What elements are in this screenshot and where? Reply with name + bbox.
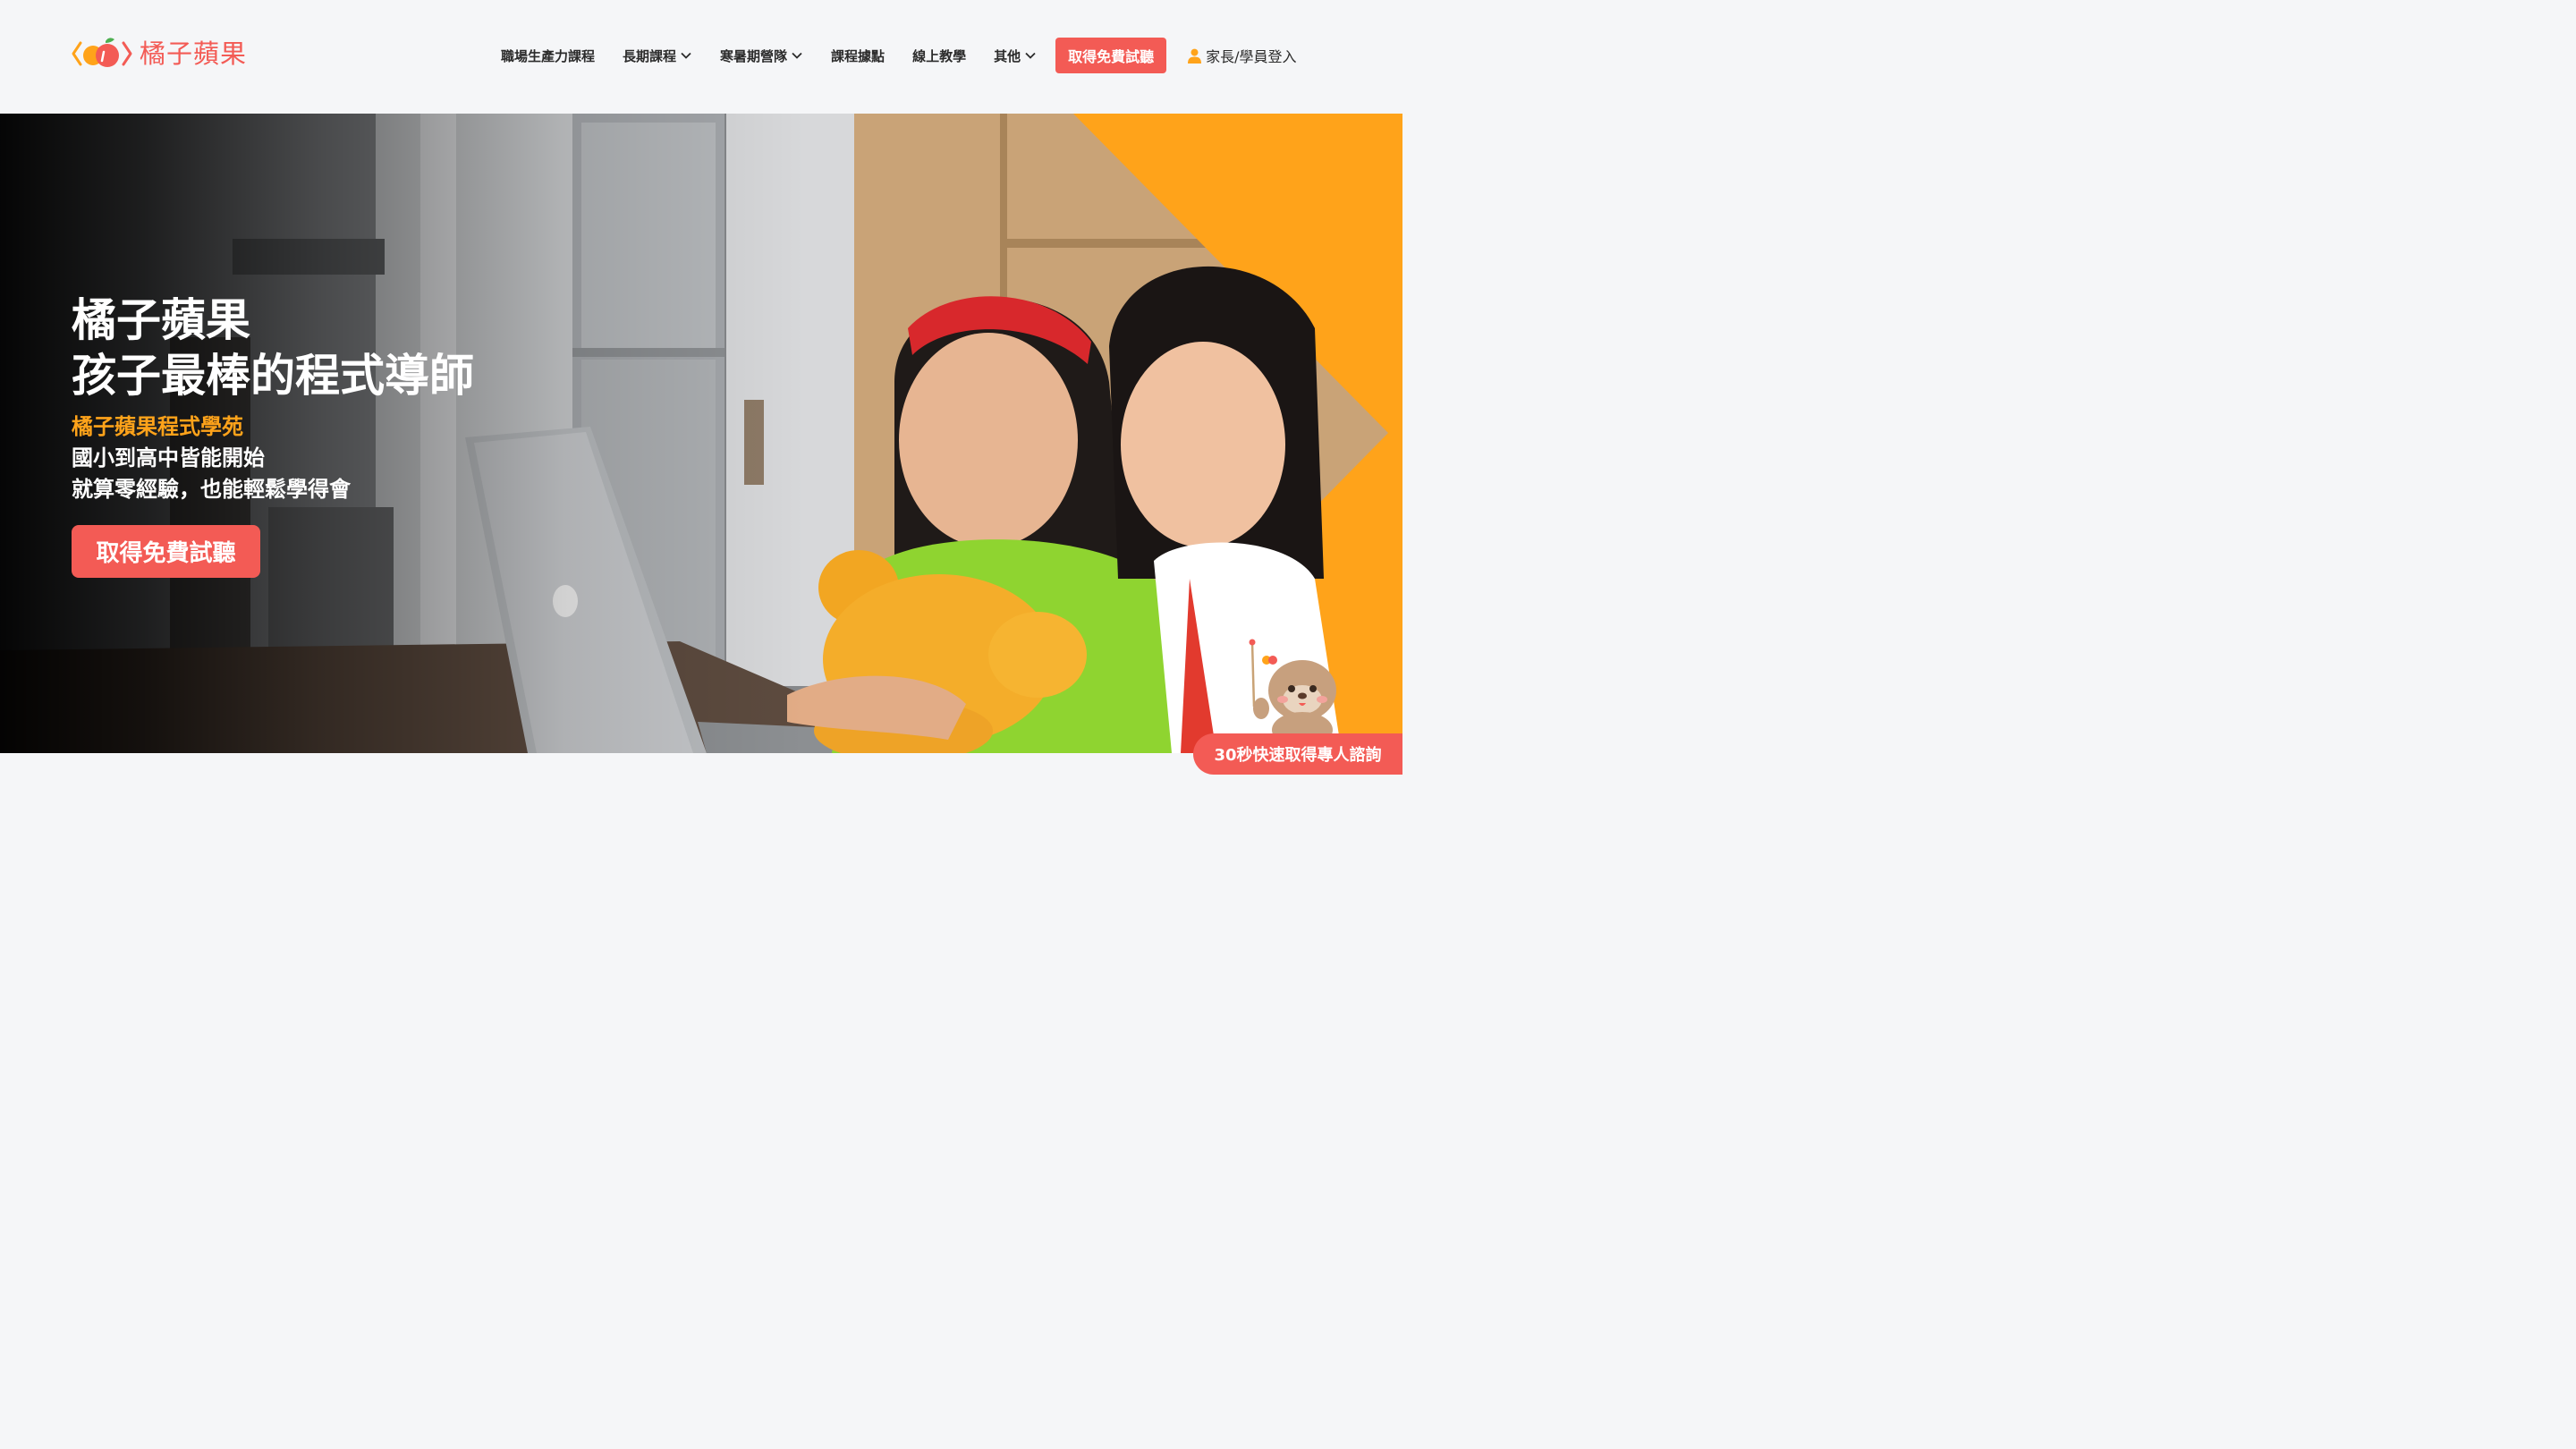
nav-item-label: 職場生產力課程 — [501, 47, 596, 64]
quick-consult-button[interactable]: 30秒快速取得專人諮詢 — [1193, 733, 1402, 775]
nav-item-label: 寒暑期營隊 — [720, 47, 788, 64]
nav-item-other[interactable]: 其他 — [994, 47, 1037, 65]
nav-item-locations[interactable]: 課程據點 — [831, 47, 885, 65]
nav-item-long-term-courses[interactable]: 長期課程 — [623, 47, 692, 65]
main-nav: 職場生產力課程 長期課程 寒暑期營隊 課程據點 線上教學 其他 取得免費試聽 家… — [501, 38, 1297, 73]
nav-item-label: 課程據點 — [831, 47, 886, 64]
chevron-down-icon — [792, 52, 802, 59]
user-icon — [1188, 48, 1202, 64]
hero-title-line-2: 孩子最棒的程式導師 — [72, 350, 474, 402]
hero-subtitle: 橘子蘋果程式學苑 國小到高中皆能開始 就算零經驗，也能輕鬆學得會 — [72, 411, 351, 505]
site-header: 橘子蘋果 職場生產力課程 長期課程 寒暑期營隊 課程據點 線上教學 其他 取得免… — [0, 0, 1402, 114]
chevron-down-icon — [681, 52, 691, 59]
chevron-down-icon — [1025, 52, 1036, 59]
nav-item-online-teaching[interactable]: 線上教學 — [912, 47, 966, 65]
nav-item-label: 線上教學 — [912, 47, 967, 64]
nav-item-label: 長期課程 — [623, 47, 677, 64]
orange-apple-logo-icon — [72, 38, 132, 67]
brand-logo[interactable]: 橘子蘋果 — [70, 32, 247, 75]
nav-item-label: 其他 — [994, 47, 1021, 64]
mascot-icon — [1249, 639, 1336, 744]
hero-subtitle-accent: 橘子蘋果程式學苑 — [72, 414, 243, 439]
nav-item-workplace-courses[interactable]: 職場生產力課程 — [501, 47, 595, 65]
hero-banner: 橘子蘋果 孩子最棒的程式導師 橘子蘋果程式學苑 國小到高中皆能開始 就算零經驗，… — [0, 114, 1402, 753]
brand-name: 橘子蘋果 — [140, 38, 248, 69]
hero-title: 橘子蘋果 孩子最棒的程式導師 — [72, 292, 474, 403]
nav-item-camps[interactable]: 寒暑期營隊 — [720, 47, 803, 65]
hero-title-line-1: 橘子蘋果 — [72, 294, 250, 346]
hero-free-trial-button[interactable]: 取得免費試聽 — [72, 525, 260, 578]
hero-subtitle-line-2: 國小到高中皆能開始 — [72, 445, 265, 470]
login-label: 家長/學員登入 — [1206, 48, 1297, 65]
free-trial-button[interactable]: 取得免費試聽 — [1055, 38, 1167, 73]
hero-subtitle-line-3: 就算零經驗，也能輕鬆學得會 — [72, 477, 351, 502]
login-link[interactable]: 家長/學員登入 — [1188, 45, 1297, 66]
